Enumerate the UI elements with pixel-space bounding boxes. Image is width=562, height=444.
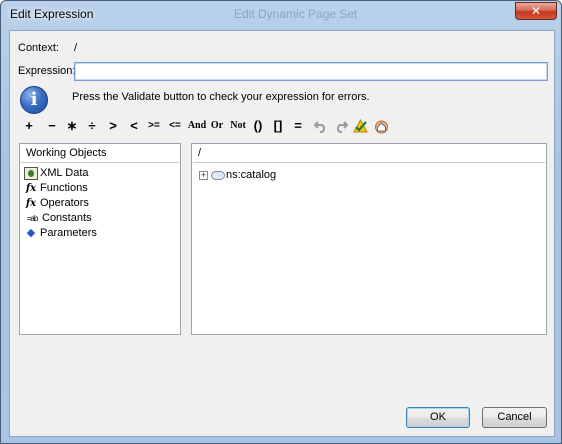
less-equal-button[interactable]: <= — [166, 116, 184, 136]
equals-button[interactable]: = — [291, 116, 305, 136]
validate-icon[interactable] — [352, 116, 368, 136]
operator-toolbar: + − ∗ ÷ > < >= <= And Or Not () [] = — [10, 116, 556, 136]
operator-icon: fx — [25, 197, 37, 209]
parameter-icon: ◆ — [26, 226, 36, 239]
redo-icon[interactable] — [333, 116, 349, 136]
working-object-label: Functions — [40, 182, 88, 194]
dialog-body: Context: / Expression: i Press the Valid… — [9, 30, 555, 437]
dialog-window: Edit Expression Edit Dynamic Page Set ✕ … — [0, 0, 562, 444]
parentheses-button[interactable]: () — [251, 116, 265, 136]
working-object-operators[interactable]: fx Operators — [24, 196, 89, 211]
tree-node-label: ns:catalog — [226, 169, 277, 181]
working-object-xml-data[interactable]: XML Data — [24, 166, 89, 181]
working-object-functions[interactable]: fx Functions — [24, 181, 88, 196]
divide-button[interactable]: ÷ — [85, 116, 99, 136]
ok-button[interactable]: OK — [406, 407, 470, 428]
xml-tree-panel: / + ns:catalog — [191, 143, 547, 335]
window-title: Edit Expression — [10, 7, 94, 21]
constant-icon: =ab — [26, 213, 39, 223]
working-object-label: Operators — [40, 197, 89, 209]
working-object-label: XML Data — [40, 167, 89, 179]
expand-icon[interactable]: + — [199, 170, 208, 180]
not-button[interactable]: Not — [229, 116, 247, 136]
less-than-button[interactable]: < — [127, 116, 141, 136]
working-object-parameters[interactable]: ◆ Parameters — [24, 226, 97, 241]
working-object-constants[interactable]: =ab Constants — [24, 211, 92, 226]
home-icon[interactable] — [373, 116, 389, 136]
plus-button[interactable]: + — [22, 116, 36, 136]
info-icon: i — [20, 86, 48, 114]
brackets-button[interactable]: [] — [271, 116, 285, 136]
undo-icon[interactable] — [313, 116, 329, 136]
tree-node-catalog[interactable]: + ns:catalog — [199, 168, 276, 182]
minus-button[interactable]: − — [45, 116, 59, 136]
xml-tree-path: / — [193, 145, 545, 163]
expression-input[interactable] — [74, 62, 548, 81]
working-objects-header: Working Objects — [21, 145, 179, 163]
expression-label: Expression: — [18, 65, 76, 77]
working-objects-panel: Working Objects XML Data fx Functions fx O… — [19, 143, 181, 335]
background-window-title: Edit Dynamic Page Set — [234, 7, 358, 21]
element-node-icon — [211, 170, 225, 180]
info-message: Press the Validate button to check your … — [72, 91, 370, 103]
working-object-label: Constants — [42, 212, 92, 224]
greater-equal-button[interactable]: >= — [145, 116, 163, 136]
cancel-button[interactable]: Cancel — [482, 407, 547, 428]
multiply-button[interactable]: ∗ — [65, 116, 79, 136]
xml-data-icon — [24, 166, 38, 180]
close-button[interactable]: ✕ — [515, 2, 557, 20]
function-icon: fx — [25, 182, 37, 194]
and-button[interactable]: And — [187, 116, 207, 136]
context-value: / — [74, 42, 78, 54]
title-bar[interactable]: Edit Expression Edit Dynamic Page Set ✕ — [1, 1, 561, 29]
context-label: Context: — [18, 42, 59, 54]
or-button[interactable]: Or — [209, 116, 225, 136]
working-object-label: Parameters — [40, 227, 97, 239]
greater-than-button[interactable]: > — [106, 116, 120, 136]
